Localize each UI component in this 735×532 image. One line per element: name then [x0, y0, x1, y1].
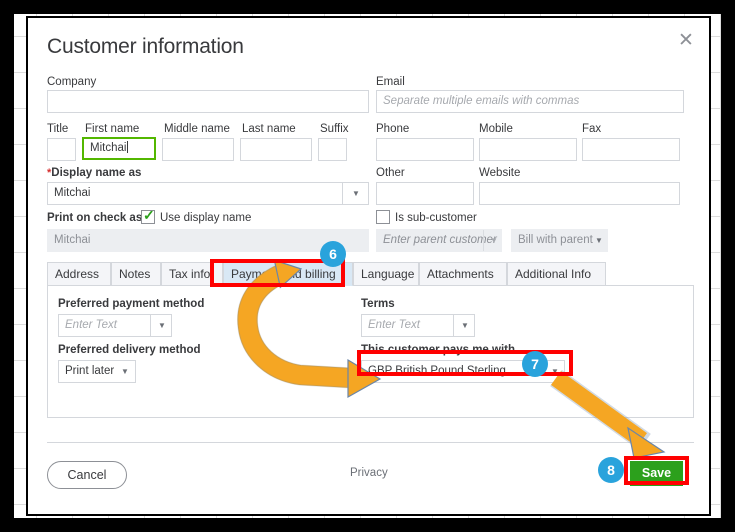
save-button[interactable]: Save	[630, 461, 683, 486]
tab-address[interactable]: Address	[47, 262, 111, 286]
text-caret	[127, 141, 129, 153]
bill-with-parent-select[interactable]: Bill with parent	[511, 229, 608, 252]
display-name-input[interactable]: Mitchai	[47, 182, 369, 205]
fax-label: Fax	[582, 123, 602, 135]
print-on-check-input: Mitchai	[47, 229, 369, 252]
chevron-down-icon[interactable]: ▼	[490, 237, 498, 245]
use-display-name-checkbox[interactable]	[141, 207, 155, 224]
preferred-payment-method-label: Preferred payment method	[58, 298, 205, 310]
chevron-down-icon[interactable]: ▼	[158, 322, 166, 330]
chevron-down-icon[interactable]: ▼	[595, 237, 603, 245]
chevron-down-icon[interactable]: ▼	[551, 368, 559, 376]
preferred-delivery-method-label: Preferred delivery method	[58, 344, 201, 356]
customer-information-dialog: Customer information ✕ Company Title Fir…	[26, 16, 711, 516]
tab-tax-info[interactable]: Tax info	[161, 262, 223, 286]
terms-label: Terms	[361, 298, 395, 310]
currency-label: This customer pays me with	[361, 344, 516, 356]
page-title: Customer information	[47, 35, 244, 58]
cancel-button[interactable]: Cancel	[47, 461, 127, 489]
other-input[interactable]	[376, 182, 474, 205]
tab-additional-info[interactable]: Additional Info	[507, 262, 606, 286]
company-label: Company	[47, 76, 97, 88]
parent-customer-dropdown-divider	[483, 230, 484, 251]
first-name-label: First name	[85, 123, 140, 135]
use-display-name-label: Use display name	[160, 212, 252, 224]
is-sub-customer-checkbox[interactable]	[376, 210, 390, 224]
tab-strip: Address Notes Tax info Payment and billi…	[47, 262, 694, 286]
preferred-payment-dropdown-divider	[150, 315, 151, 336]
privacy-link[interactable]: Privacy	[350, 467, 388, 479]
display-name-label: *Display name as	[47, 167, 142, 179]
middle-name-input[interactable]	[162, 138, 234, 161]
first-name-input[interactable]: Mitchai	[82, 137, 156, 160]
title-input[interactable]	[47, 138, 76, 161]
print-on-check-label: Print on check as	[47, 212, 143, 224]
website-input[interactable]	[479, 182, 680, 205]
website-label: Website	[479, 167, 521, 179]
fax-input[interactable]	[582, 138, 680, 161]
company-input[interactable]	[47, 90, 369, 113]
close-icon[interactable]: ✕	[675, 30, 697, 52]
screenshot-root: Customer information ✕ Company Title Fir…	[0, 0, 735, 532]
chevron-down-icon[interactable]: ▼	[461, 322, 469, 330]
email-input[interactable]: Separate multiple emails with commas	[376, 90, 684, 113]
footer-divider	[47, 442, 694, 443]
chevron-down-icon[interactable]: ▼	[352, 190, 360, 198]
phone-label: Phone	[376, 123, 410, 135]
payment-and-billing-panel: Preferred payment method Enter Text ▼ Pr…	[47, 286, 694, 418]
tab-attachments[interactable]: Attachments	[419, 262, 507, 286]
tab-payment-and-billing[interactable]: Payment and billing	[223, 262, 353, 286]
display-name-dropdown-divider	[342, 183, 343, 204]
middle-name-label: Middle name	[164, 123, 230, 135]
suffix-input[interactable]	[318, 138, 347, 161]
other-label: Other	[376, 167, 405, 179]
currency-select[interactable]: GBP British Pound Sterling	[361, 360, 565, 383]
email-label: Email	[376, 76, 405, 88]
terms-dropdown-divider	[453, 315, 454, 336]
last-name-input[interactable]	[240, 138, 312, 161]
title-label: Title	[47, 123, 69, 135]
terms-input[interactable]: Enter Text	[361, 314, 475, 337]
tab-notes[interactable]: Notes	[111, 262, 161, 286]
mobile-label: Mobile	[479, 123, 513, 135]
preferred-payment-method-input[interactable]: Enter Text	[58, 314, 172, 337]
is-sub-customer-label: Is sub-customer	[395, 212, 477, 224]
suffix-label: Suffix	[320, 123, 349, 135]
phone-input[interactable]	[376, 138, 474, 161]
mobile-input[interactable]	[479, 138, 577, 161]
chevron-down-icon[interactable]: ▼	[121, 368, 129, 376]
tab-language[interactable]: Language	[353, 262, 419, 286]
last-name-label: Last name	[242, 123, 296, 135]
